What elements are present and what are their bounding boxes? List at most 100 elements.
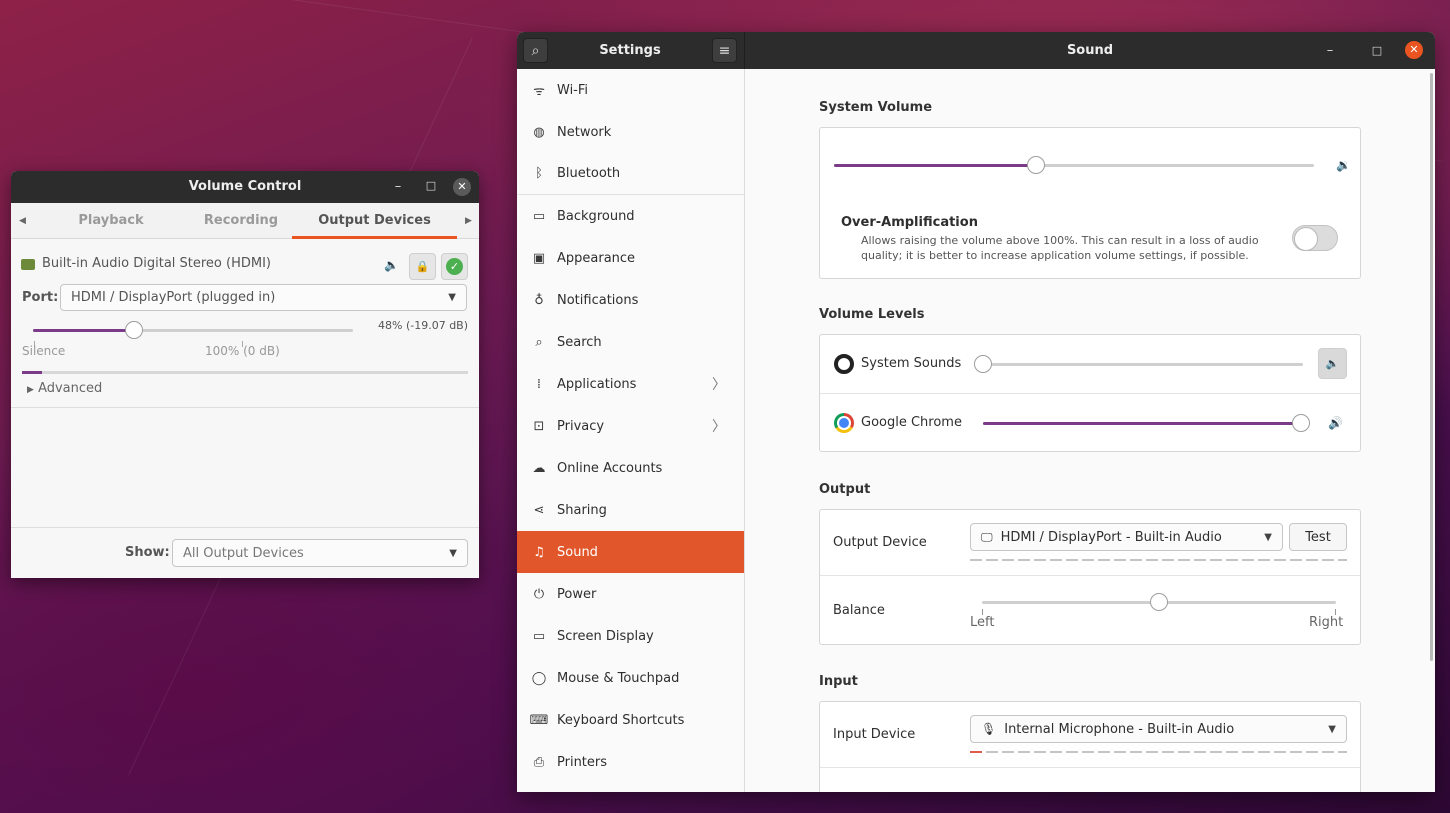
tab-output-devices[interactable]: Output Devices	[292, 203, 457, 239]
sidebar-item-screen-display[interactable]: ▭ Screen Display	[517, 615, 744, 657]
output-device-select[interactable]: 🖵 HDMI / DisplayPort - Built-in Audio ▼	[970, 523, 1283, 551]
input-device-label: Input Device	[833, 727, 916, 742]
chevron-right-icon: 〉	[712, 419, 726, 435]
show-select[interactable]: All Output Devices ▼	[172, 539, 468, 567]
chevron-down-icon: ▼	[448, 292, 456, 303]
speaker-icon[interactable]: 🔉	[1336, 158, 1351, 172]
menu-button[interactable]: ≡	[712, 38, 737, 63]
scrollbar[interactable]	[1430, 73, 1433, 661]
divider	[820, 393, 1360, 394]
maximize-icon[interactable]: □	[1367, 32, 1387, 69]
chevron-right-icon: 〉	[712, 377, 726, 393]
sound-panel: System Volume 🔉 Over-Amplification Allow…	[745, 69, 1435, 792]
advanced-expander[interactable]: ▶ Advanced	[27, 381, 102, 396]
keyboard-icon: ⌨	[529, 712, 549, 728]
hamburger-icon: ≡	[718, 42, 731, 59]
over-amp-desc-2: quality; it is better to increase applic…	[861, 249, 1249, 262]
divider	[820, 767, 1360, 768]
sidebar-item-applications[interactable]: ⁞ Applications 〉	[517, 363, 744, 405]
test-button[interactable]: Test	[1289, 523, 1347, 551]
sidebar-item-sound[interactable]: ♫ Sound	[517, 531, 744, 573]
input-heading: Input	[819, 674, 858, 689]
peak-meter-fill	[22, 371, 42, 374]
sidebar-item-label: Wi-Fi	[557, 82, 589, 98]
sidebar-item-online-accounts[interactable]: ☁ Online Accounts	[517, 447, 744, 489]
sidebar-item-label: Bluetooth	[557, 166, 621, 181]
port-select[interactable]: HDMI / DisplayPort (plugged in) ▼	[60, 284, 467, 311]
sidebar-item-privacy[interactable]: ⊡ Privacy 〉	[517, 405, 744, 447]
sound-card-icon	[21, 259, 35, 270]
sidebar-item-label: Network	[557, 124, 612, 140]
minimize-icon[interactable]: –	[388, 171, 408, 203]
input-device-select[interactable]: 🎙 Internal Microphone - Built-in Audio ▼	[970, 715, 1347, 743]
system-volume-knob[interactable]	[1026, 156, 1045, 174]
sidebar-item-mouse-touchpad[interactable]: ◯ Mouse & Touchpad	[517, 657, 744, 699]
tab-playback[interactable]: Playback	[51, 203, 171, 239]
over-amp-toggle[interactable]	[1292, 225, 1338, 251]
system-sounds-track[interactable]	[983, 363, 1303, 366]
search-button[interactable]: ⌕	[523, 38, 548, 63]
volume-levels-heading: Volume Levels	[819, 307, 925, 322]
sidebar-item-label: Sound	[557, 544, 598, 560]
speaker-icon[interactable]: 🔊	[1328, 416, 1343, 430]
settings-sidebar: ᯤ Wi-Fi ◍ Network ᛒ Bluetooth ▭ Background ▣…	[517, 69, 745, 792]
volume-control-titlebar: Volume Control – □ ✕	[11, 171, 479, 203]
sidebar-item-printers[interactable]: ⎙ Printers	[517, 741, 744, 783]
microphone-icon: 🎙	[981, 722, 997, 736]
advanced-label: Advanced	[38, 381, 103, 396]
close-icon[interactable]: ✕	[453, 178, 471, 196]
show-filter-bar: Show: All Output Devices ▼	[11, 527, 479, 578]
speaker-icon[interactable]: 🔈	[384, 258, 399, 272]
cloud-icon: ☁	[532, 460, 546, 476]
maximize-icon[interactable]: □	[421, 171, 441, 203]
close-icon[interactable]: ✕	[1405, 41, 1423, 59]
device-name: Built-in Audio Digital Stereo (HDMI)	[42, 256, 271, 271]
chrome-volume-knob[interactable]	[1292, 414, 1310, 432]
mute-button[interactable]: 🔈	[1318, 348, 1347, 379]
level-text: 48% (-19.07 dB)	[378, 319, 469, 332]
minimize-icon[interactable]: –	[1320, 32, 1340, 69]
sidebar-header: ⌕ Settings ≡	[517, 32, 745, 69]
right-label: Right	[1309, 615, 1344, 630]
tab-scroll-right-icon[interactable]: ▶	[465, 203, 472, 239]
check-icon: ✓	[446, 258, 463, 275]
printer-icon: ⎙	[533, 754, 545, 770]
default-device-button[interactable]: ✓	[441, 253, 468, 280]
lock-channels-button[interactable]: 🔒	[409, 253, 436, 280]
input-device-value: Internal Microphone - Built-in Audio	[1004, 721, 1235, 737]
sidebar-item-background[interactable]: ▭ Background	[517, 195, 744, 237]
chrome-icon	[834, 413, 854, 433]
output-device-value: HDMI / DisplayPort - Built-in Audio	[1000, 529, 1222, 545]
expander-arrow-icon: ▶	[27, 385, 34, 395]
port-label: Port:	[22, 290, 59, 305]
chevron-down-icon: ▼	[449, 547, 457, 559]
sidebar-item-label: Screen Display	[557, 628, 654, 644]
sidebar-item-label: Applications	[557, 376, 637, 392]
system-sounds-icon	[834, 354, 854, 374]
sidebar-item-label: Power	[557, 586, 597, 602]
system-sounds-knob[interactable]	[974, 355, 992, 373]
sidebar-item-notifications[interactable]: ♁ Notifications	[517, 279, 744, 321]
sidebar-item-label: Online Accounts	[557, 460, 663, 476]
sidebar-item-keyboard-shortcuts[interactable]: ⌨ Keyboard Shortcuts	[517, 699, 744, 741]
sidebar-item-network[interactable]: ◍ Network	[517, 111, 744, 153]
tab-recording[interactable]: Recording	[171, 203, 311, 239]
volume-slider-knob[interactable]	[124, 321, 143, 339]
over-amp-desc-1: Allows raising the volume above 100%. Th…	[861, 234, 1259, 247]
left-label: Left	[970, 615, 995, 630]
sidebar-item-appearance[interactable]: ▣ Appearance	[517, 237, 744, 279]
sidebar-item-bluetooth[interactable]: ᛒ Bluetooth	[517, 153, 744, 195]
volume-control-title: Volume Control	[188, 179, 302, 194]
sidebar-item-wifi[interactable]: ᯤ Wi-Fi	[517, 69, 744, 111]
sidebar-item-sharing[interactable]: ⋖ Sharing	[517, 489, 744, 531]
volume-slider-fill	[33, 329, 134, 332]
network-icon: ◍	[533, 124, 545, 140]
balance-knob[interactable]	[1150, 593, 1168, 611]
search-icon: ⌕	[531, 42, 540, 59]
sidebar-item-label: Privacy	[557, 418, 605, 434]
sidebar-item-power[interactable]: ⏻ Power	[517, 573, 744, 615]
tab-scroll-left-icon[interactable]: ◀	[19, 203, 26, 239]
show-value: All Output Devices	[183, 545, 304, 561]
sidebar-item-search[interactable]: ⌕ Search	[517, 321, 744, 363]
show-label: Show:	[125, 545, 170, 560]
